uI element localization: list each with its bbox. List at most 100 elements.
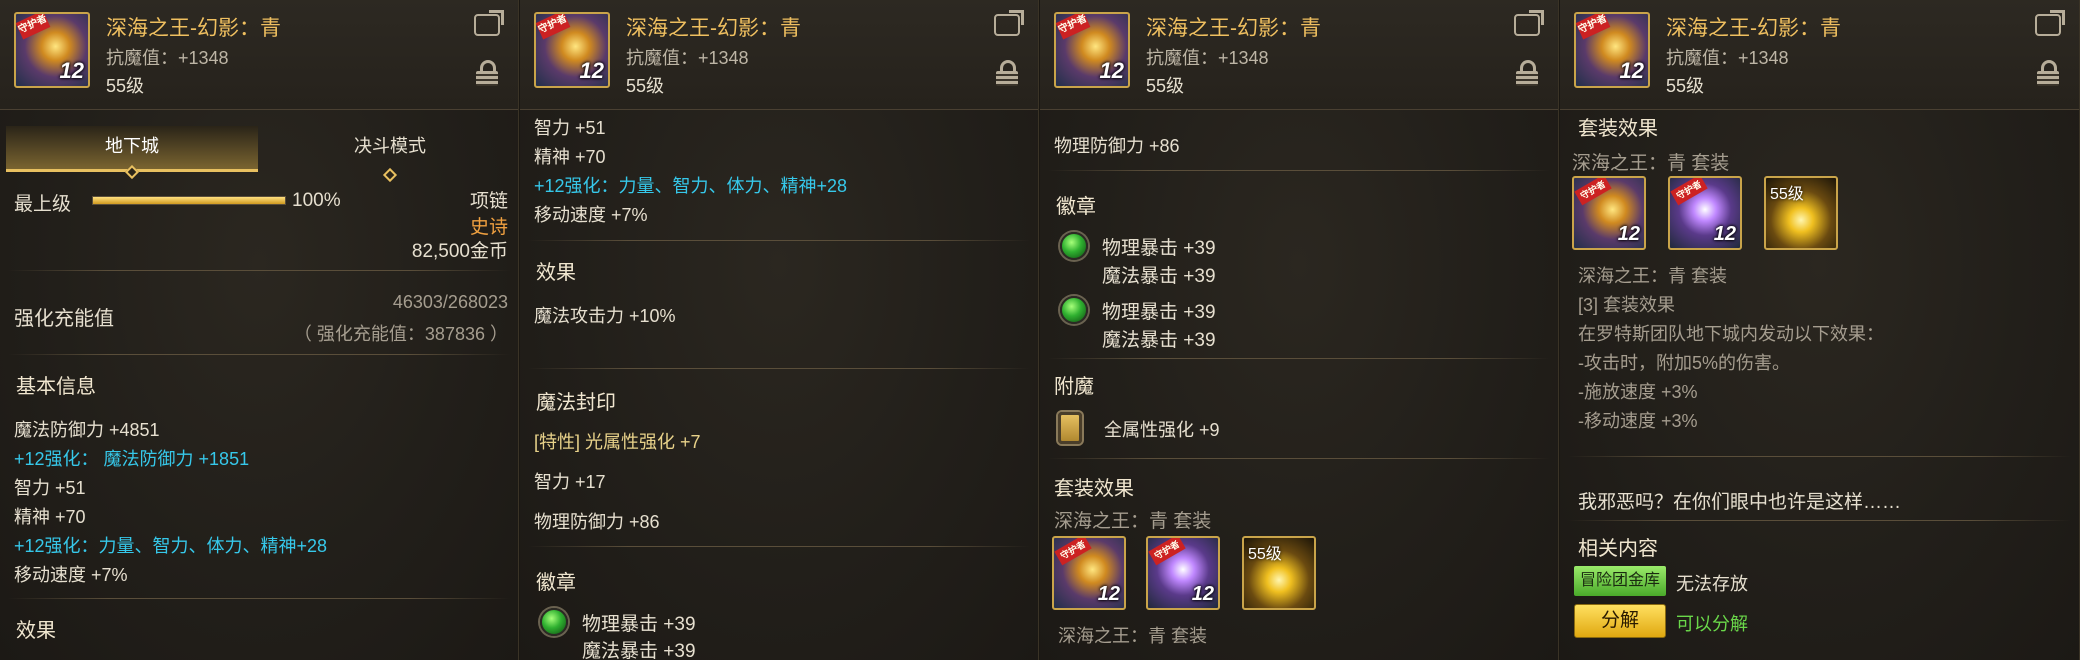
- item-title: 深海之王-幻影：青: [626, 17, 801, 40]
- set-desc: 在罗特斯团队地下城内发动以下效果：: [1578, 324, 1884, 344]
- tab-dungeon-label: 地下城: [105, 136, 159, 156]
- lock-icon[interactable]: [1516, 60, 1538, 86]
- set-item-level: 12: [1191, 583, 1214, 605]
- seal-title: 魔法封印: [536, 392, 616, 414]
- disassemble-button[interactable]: 分解: [1574, 604, 1666, 638]
- set-effect-line: -移动速度 +3%: [1578, 411, 1698, 431]
- item-icon: 守护者 12: [14, 12, 90, 88]
- item-icon-level: 12: [1619, 58, 1644, 83]
- tooltip-panel-2: 守护者 12 深海之王-幻影：青 抗魔值：+1348 55级 智力 +51 精神…: [520, 0, 1039, 660]
- item-header: 守护者 12 深海之王-幻影：青 抗魔值：+1348 55级: [0, 0, 518, 110]
- tooltip-panel-3: 守护者 12 深海之王-幻影：青 抗魔值：+1348 55级 物理防御力 +86…: [1040, 0, 1559, 660]
- set-item-level: 12: [1617, 223, 1640, 245]
- set-item-tag: 守护者: [1148, 538, 1186, 566]
- set-item-level-label: 55级: [1770, 186, 1804, 203]
- item-icon-level: 12: [59, 58, 84, 83]
- reinforce-total: （ 强化充能值：387836 ）: [293, 324, 508, 344]
- flavor-text: 我邪恶吗？在你们眼中也许是这样……: [1578, 492, 1902, 513]
- set-item-icon[interactable]: 55级: [1242, 536, 1316, 610]
- divider: [528, 240, 1030, 241]
- related-title: 相关内容: [1578, 538, 1658, 560]
- item-resist: 抗魔值：+1348: [106, 48, 229, 68]
- stat-line: 精神 +70: [534, 147, 606, 167]
- seal-trait: [特性] 光属性强化 +7: [534, 432, 701, 452]
- emblem-orb-icon: [1060, 296, 1088, 324]
- set-item-tag: 守护者: [1054, 538, 1092, 566]
- emblem-stat: 魔法暴击 +39: [1102, 330, 1216, 351]
- lock-icon[interactable]: [996, 60, 1018, 86]
- emblem-title: 徽章: [536, 572, 576, 594]
- item-title: 深海之王-幻影：青: [1666, 17, 1841, 40]
- stat-plus-line: +12强化：力量、智力、体力、精神+28: [534, 176, 848, 196]
- stat-line: 移动速度 +7%: [14, 565, 128, 585]
- divider: [1568, 456, 2071, 457]
- set-item-icon[interactable]: 守护者 12: [1668, 176, 1742, 250]
- enchant-text: 全属性强化 +9: [1104, 420, 1220, 440]
- item-level: 55级: [106, 76, 145, 96]
- grade-percent: 100%: [292, 190, 341, 211]
- lock-icon[interactable]: [476, 60, 498, 86]
- item-level: 55级: [626, 76, 665, 96]
- set-item-icon[interactable]: 55级: [1764, 176, 1838, 250]
- adventure-storage-button[interactable]: 冒险团金库: [1574, 566, 1666, 596]
- set-name: 深海之王：青 套装: [1572, 153, 1730, 174]
- tab-duel[interactable]: 决斗模式: [264, 126, 516, 183]
- set-name: 深海之王：青 套装: [1054, 511, 1212, 532]
- emblem-title: 徽章: [1056, 196, 1096, 218]
- emblem-stat: 物理暴击 +39: [1102, 302, 1216, 323]
- emblem-orb-icon: [1060, 232, 1088, 260]
- divider: [528, 368, 1030, 369]
- seal-int: 智力 +17: [534, 472, 606, 492]
- effect-text: 魔法攻击力 +10%: [534, 306, 676, 326]
- divider: [8, 270, 510, 271]
- set-item-icon[interactable]: 守护者 12: [1052, 536, 1126, 610]
- set-effect-line: -施放速度 +3%: [1578, 382, 1698, 402]
- tab-duel-label: 决斗模式: [354, 136, 426, 156]
- stat-line: 移动速度 +7%: [534, 205, 648, 225]
- price: 82,500金币: [411, 241, 508, 262]
- item-resist: 抗魔值：+1348: [1666, 48, 1789, 68]
- mode-tabs: 地下城 决斗模式: [6, 126, 516, 183]
- share-icon[interactable]: [474, 14, 500, 36]
- stat-plus-line: +12强化：力量、智力、体力、精神+28: [14, 536, 328, 556]
- item-resist: 抗魔值：+1348: [626, 48, 749, 68]
- emblem-stat: 魔法暴击 +39: [582, 641, 696, 660]
- stat-line: 智力 +51: [14, 478, 86, 498]
- item-icon-tag: 守护者: [1576, 14, 1611, 40]
- lock-icon[interactable]: [2037, 60, 2059, 86]
- item-title: 深海之王-幻影：青: [1146, 17, 1321, 40]
- divider: [1048, 170, 1550, 171]
- slot-type: 项链: [469, 191, 508, 212]
- item-icon-tag: 守护者: [536, 14, 571, 40]
- tooltip-panel-4: 守护者 12 深海之王-幻影：青 抗魔值：+1348 55级 套装效果 深海之王…: [1560, 0, 2080, 660]
- set-count: [3] 套装效果: [1578, 295, 1676, 315]
- item-level: 55级: [1146, 76, 1185, 96]
- emblem-stat: 物理暴击 +39: [582, 614, 696, 635]
- seal-def: 物理防御力 +86: [1054, 136, 1180, 156]
- set-name: 深海之王：青 套装: [1578, 266, 1728, 286]
- item-icon: 守护者 12: [1574, 12, 1650, 88]
- tab-dungeon[interactable]: 地下城: [6, 126, 258, 180]
- item-resist: 抗魔值：+1348: [1146, 48, 1269, 68]
- reinforce-value: 46303/268023: [392, 292, 508, 312]
- item-icon: 守护者 12: [1054, 12, 1130, 88]
- divider: [1568, 520, 2071, 521]
- set-title: 套装效果: [1054, 478, 1134, 500]
- item-level: 55级: [1666, 76, 1705, 96]
- storage-status: 无法存放: [1676, 574, 1748, 594]
- emblem-stat: 魔法暴击 +39: [1102, 266, 1216, 287]
- stat-line: 魔法防御力 +4851: [14, 420, 160, 440]
- divider: [1048, 458, 1550, 459]
- share-icon[interactable]: [2035, 14, 2061, 36]
- set-item-level: 12: [1097, 583, 1120, 605]
- tab-indicator-icon: [382, 167, 398, 183]
- share-icon[interactable]: [994, 14, 1020, 36]
- set-effect-line: -攻击时，附加5%的伤害。: [1578, 353, 1791, 373]
- set-item-tag: 守护者: [1670, 178, 1708, 206]
- divider: [8, 598, 510, 599]
- set-item-icon[interactable]: 守护者 12: [1146, 536, 1220, 610]
- item-icon-tag: 守护者: [16, 14, 51, 40]
- set-item-icon[interactable]: 守护者 12: [1572, 176, 1646, 250]
- share-icon[interactable]: [1514, 14, 1540, 36]
- divider: [1048, 358, 1550, 359]
